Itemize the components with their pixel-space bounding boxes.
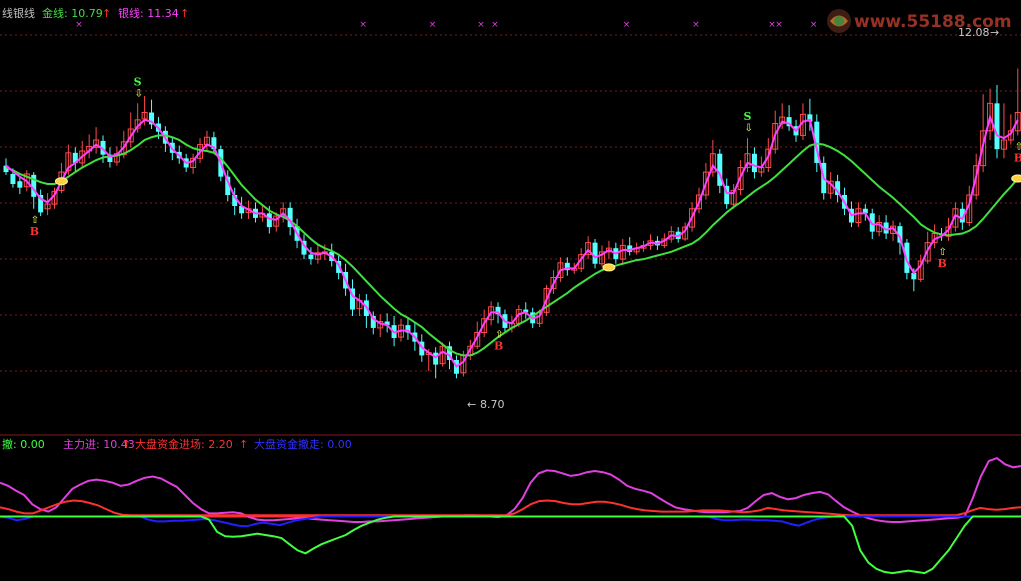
cross-marker-icon: ×	[692, 20, 700, 30]
gold-arrow-icon: ↑	[102, 7, 111, 20]
cross-marker-icon: ×	[810, 20, 818, 30]
gold-cross-icon	[54, 177, 68, 186]
cross-marker-icon: ×	[491, 20, 499, 30]
sell-arrow-icon: ⇩	[135, 88, 143, 99]
cross-marker-icon: ×	[623, 20, 631, 30]
low-arrow-icon: ←	[467, 398, 476, 411]
low-price-label: 8.70	[480, 398, 505, 411]
stock-chart[interactable]: ⇧BS⇩⇧BS⇩⇧B⇧B× × × × × × × × × × 线银线 金线: 10.79 ↑ 银…	[0, 0, 1021, 581]
cross-marker-icon: ×	[477, 20, 485, 30]
sell-signal: S	[134, 75, 142, 88]
silver-arrow-icon: ↑	[180, 7, 189, 20]
withdraw-legend: 撤: 0.00	[2, 437, 45, 451]
candle-down	[751, 153, 757, 173]
candle-down	[266, 213, 272, 228]
sell-arrow-icon: ⇩	[745, 123, 753, 134]
main-force-arrow-icon: ↑	[122, 438, 131, 451]
silver-line-legend: 银线: 11.34	[118, 6, 179, 20]
market-inflow-legend: 大盘资金进场: 2.20	[135, 437, 233, 451]
market-inflow-arrow-icon: ↑	[239, 438, 248, 451]
buy-signal: B	[30, 225, 39, 238]
cross-marker-icon: ×	[359, 20, 367, 30]
candle-down	[592, 242, 598, 264]
market-outflow-legend: 大盘资金撤走: 0.00	[254, 437, 352, 451]
gold-cross-icon	[1011, 174, 1021, 183]
buy-signal: B	[494, 339, 503, 352]
cross-marker-icon: ×	[775, 20, 783, 30]
cross-marker-icon: ×	[429, 20, 437, 30]
candle-down	[17, 181, 23, 188]
cross-marker-icon: ×	[75, 20, 83, 30]
buy-signal: B	[938, 257, 947, 270]
gold-line-legend: 金线: 10.79	[42, 6, 103, 20]
watermark: www.55188.com	[824, 6, 1016, 36]
candle-down	[308, 254, 314, 260]
candle-down	[994, 103, 1000, 150]
indicator-name: 线银线	[2, 6, 35, 20]
buy-signal: B	[1014, 151, 1021, 164]
gold-cross-icon	[602, 263, 616, 272]
watermark-text: www.55188.com	[854, 12, 1012, 32]
candle-down	[10, 173, 16, 184]
sell-signal: S	[744, 110, 752, 123]
globe-logo-icon	[827, 9, 851, 33]
candle-down	[433, 352, 439, 365]
